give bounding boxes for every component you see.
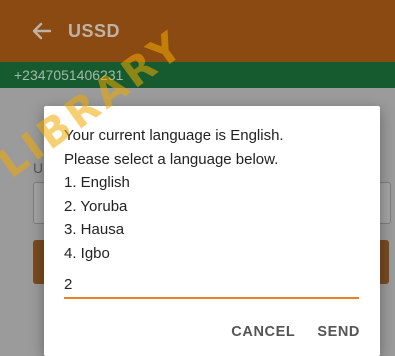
menu-option-hausa: 3. Hausa — [64, 221, 125, 238]
ussd-dialog: Your current language is English. Please… — [44, 106, 380, 356]
ussd-reply-input[interactable] — [64, 271, 359, 299]
cancel-button[interactable]: CANCEL — [231, 324, 295, 340]
send-button[interactable]: SEND — [317, 324, 360, 340]
menu-option-yoruba: 2. Yoruba — [64, 197, 128, 215]
phone-number-bar: +2347051406231 — [0, 62, 395, 88]
phone-number: +2347051406231 — [14, 67, 124, 83]
ussd-message: Your current language is English. Please… — [64, 124, 364, 265]
back-arrow-icon[interactable] — [30, 19, 54, 43]
dialog-actions: CANCEL SEND — [231, 324, 360, 340]
background-field-label: U — [33, 160, 44, 176]
message-line: Your current language is English. — [64, 127, 284, 144]
menu-option-igbo: 4. Igbo — [64, 244, 110, 262]
app-bar: USSD — [0, 0, 395, 62]
message-line: Please select a language below. — [64, 150, 279, 168]
app-title: USSD — [68, 20, 121, 41]
menu-option-english: 1. English — [64, 174, 130, 191]
